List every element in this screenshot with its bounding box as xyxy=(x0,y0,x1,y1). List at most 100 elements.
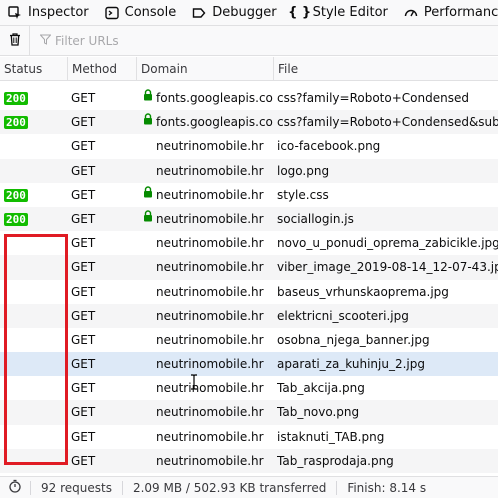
request-row[interactable]: 200 GET neutrinomobile.hr sociallogin.js xyxy=(0,206,498,232)
finish-time: Finish: 8.14 s xyxy=(336,480,436,495)
file-cell: viber_image_2019-08-14_12-07-43.jpg xyxy=(277,260,498,275)
domain-text: fonts.googleapis.com xyxy=(156,91,273,105)
file-cell: novo_u_ponudi_oprema_zabicikle.jpg xyxy=(277,236,498,251)
request-row[interactable]: GET neutrinomobile.hr ico-facebook.png xyxy=(0,134,498,158)
domain-cell: neutrinomobile.hr xyxy=(143,280,273,304)
tab-label: Style Editor xyxy=(312,5,388,20)
lock-icon xyxy=(143,86,156,109)
performance-icon xyxy=(404,6,418,20)
column-header-domain[interactable]: Domain xyxy=(136,57,273,81)
domain-text: fonts.googleapis.com xyxy=(156,115,273,130)
file-cell: css?family=Roboto+Condensed xyxy=(277,91,469,105)
request-row[interactable]: GET neutrinomobile.hr elektricni_scooteri.… xyxy=(0,303,498,328)
tab-label: Inspector xyxy=(28,5,89,20)
request-count: 92 requests xyxy=(30,480,122,495)
devtools-toolbox-tabs: Inspector Console Debugger { } Style Edi… xyxy=(0,0,498,26)
file-cell: style.css xyxy=(277,187,329,202)
tab-debugger[interactable]: Debugger xyxy=(184,0,284,25)
column-header-status[interactable]: Status xyxy=(0,57,67,81)
file-cell: logo.png xyxy=(277,163,330,178)
domain-text: neutrinomobile.hr xyxy=(156,453,264,468)
debugger-icon xyxy=(192,6,206,20)
request-row[interactable]: 200 GET neutrinomobile.hr style.css xyxy=(0,183,498,207)
trash-icon xyxy=(8,32,22,49)
url-filter xyxy=(39,33,255,48)
request-row[interactable]: GET neutrinomobile.hr viber_image_2019-08-… xyxy=(0,255,498,280)
status-badge: 200 xyxy=(4,92,28,105)
tab-performance[interactable]: Performance xyxy=(396,0,498,25)
performance-analysis-button[interactable] xyxy=(0,479,30,496)
domain-cell: neutrinomobile.hr xyxy=(143,352,273,376)
method-cell: GET xyxy=(71,91,96,105)
domain-text: neutrinomobile.hr xyxy=(156,381,264,396)
domain-text: neutrinomobile.hr xyxy=(156,163,264,178)
domain-text: neutrinomobile.hr xyxy=(156,187,264,202)
tab-label: Debugger xyxy=(212,5,277,20)
file-cell: Tab_novo.png xyxy=(277,405,360,420)
request-row[interactable]: GET neutrinomobile.hr aparati_za_kuhinju_2… xyxy=(0,352,498,377)
stopwatch-icon xyxy=(8,479,22,496)
method-cell: GET xyxy=(71,236,96,251)
status-badge: 200 xyxy=(4,212,28,226)
request-row[interactable]: GET neutrinomobile.hr Tab_akcija.png xyxy=(0,376,498,400)
domain-cell: neutrinomobile.hr xyxy=(143,449,273,473)
tab-console[interactable]: Console xyxy=(97,0,185,25)
domain-cell: neutrinomobile.hr xyxy=(143,376,273,400)
domain-cell: neutrinomobile.hr xyxy=(143,231,273,255)
column-header-file[interactable]: File xyxy=(273,57,498,81)
request-row[interactable]: GET neutrinomobile.hr istaknuti_TAB.png xyxy=(0,425,498,449)
method-cell: GET xyxy=(71,260,96,275)
filter-urls-input[interactable] xyxy=(55,33,255,48)
column-header-method[interactable]: Method xyxy=(67,57,135,81)
method-cell: GET xyxy=(71,453,96,468)
request-row[interactable]: GET neutrinomobile.hr Tab_novo.png xyxy=(0,400,498,425)
status-cell xyxy=(4,159,62,183)
domain-cell: neutrinomobile.hr xyxy=(143,207,273,231)
method-cell: GET xyxy=(71,187,96,202)
requests-table-header: Status Method Domain File xyxy=(0,57,498,81)
domain-cell: neutrinomobile.hr xyxy=(143,134,273,158)
method-cell: GET xyxy=(71,211,96,226)
domain-text: neutrinomobile.hr xyxy=(156,308,264,323)
console-icon xyxy=(104,6,119,20)
status-cell: 200 xyxy=(4,110,62,134)
status-badge: 200 xyxy=(4,188,28,202)
annotation-highlight-box xyxy=(4,234,68,465)
request-row[interactable]: GET neutrinomobile.hr osobna_njega_banner.… xyxy=(0,328,498,352)
method-cell: GET xyxy=(71,357,96,372)
domain-text: neutrinomobile.hr xyxy=(156,260,264,275)
request-row[interactable]: GET neutrinomobile.hr logo.png xyxy=(0,158,498,183)
domain-text: neutrinomobile.hr xyxy=(156,139,264,154)
file-cell: sociallogin.js xyxy=(277,211,354,226)
method-cell: GET xyxy=(71,429,96,444)
file-cell: elektricni_scooteri.jpg xyxy=(277,308,409,323)
style-editor-icon: { } xyxy=(288,5,312,20)
domain-text: neutrinomobile.hr xyxy=(156,236,264,251)
method-cell: GET xyxy=(71,381,96,396)
requests-list: 200 GET fonts.googleapis.com css?family=Rob… xyxy=(0,86,498,473)
file-cell: Tab_rasprodaja.png xyxy=(277,453,394,468)
status-cell: 200 xyxy=(4,183,62,207)
method-cell: GET xyxy=(71,284,96,299)
clear-requests-button[interactable] xyxy=(0,25,30,56)
request-row[interactable]: GET neutrinomobile.hr Tab_rasprodaja.png xyxy=(0,448,498,473)
file-cell: osobna_njega_banner.jpg xyxy=(277,332,430,347)
request-row[interactable]: 200 GET fonts.googleapis.com css?family=Rob… xyxy=(0,110,498,135)
file-cell: aparati_za_kuhinju_2.jpg xyxy=(277,357,425,372)
network-toolbar xyxy=(0,25,498,56)
network-summary-footer: 92 requests 2.09 MB / 502.93 KB transfer… xyxy=(0,476,498,498)
request-row[interactable]: 200 GET fonts.googleapis.com css?family=Rob… xyxy=(0,86,498,110)
domain-cell: fonts.googleapis.com xyxy=(143,86,273,110)
request-row[interactable]: GET neutrinomobile.hr novo_u_ponudi_oprema… xyxy=(0,231,498,255)
domain-text: neutrinomobile.hr xyxy=(156,284,264,299)
status-badge: 200 xyxy=(4,116,28,130)
domain-cell: neutrinomobile.hr xyxy=(143,159,273,183)
domain-text: neutrinomobile.hr xyxy=(156,429,264,444)
domain-text: neutrinomobile.hr xyxy=(156,357,264,372)
tab-inspector[interactable]: Inspector xyxy=(0,0,97,25)
domain-cell: neutrinomobile.hr xyxy=(143,304,273,328)
text-cursor-icon xyxy=(189,374,199,390)
request-row[interactable]: GET neutrinomobile.hr baseus_vrhunskaoprem… xyxy=(0,280,498,304)
tab-style-editor[interactable]: { } Style Editor xyxy=(285,0,396,25)
status-cell xyxy=(4,134,62,158)
